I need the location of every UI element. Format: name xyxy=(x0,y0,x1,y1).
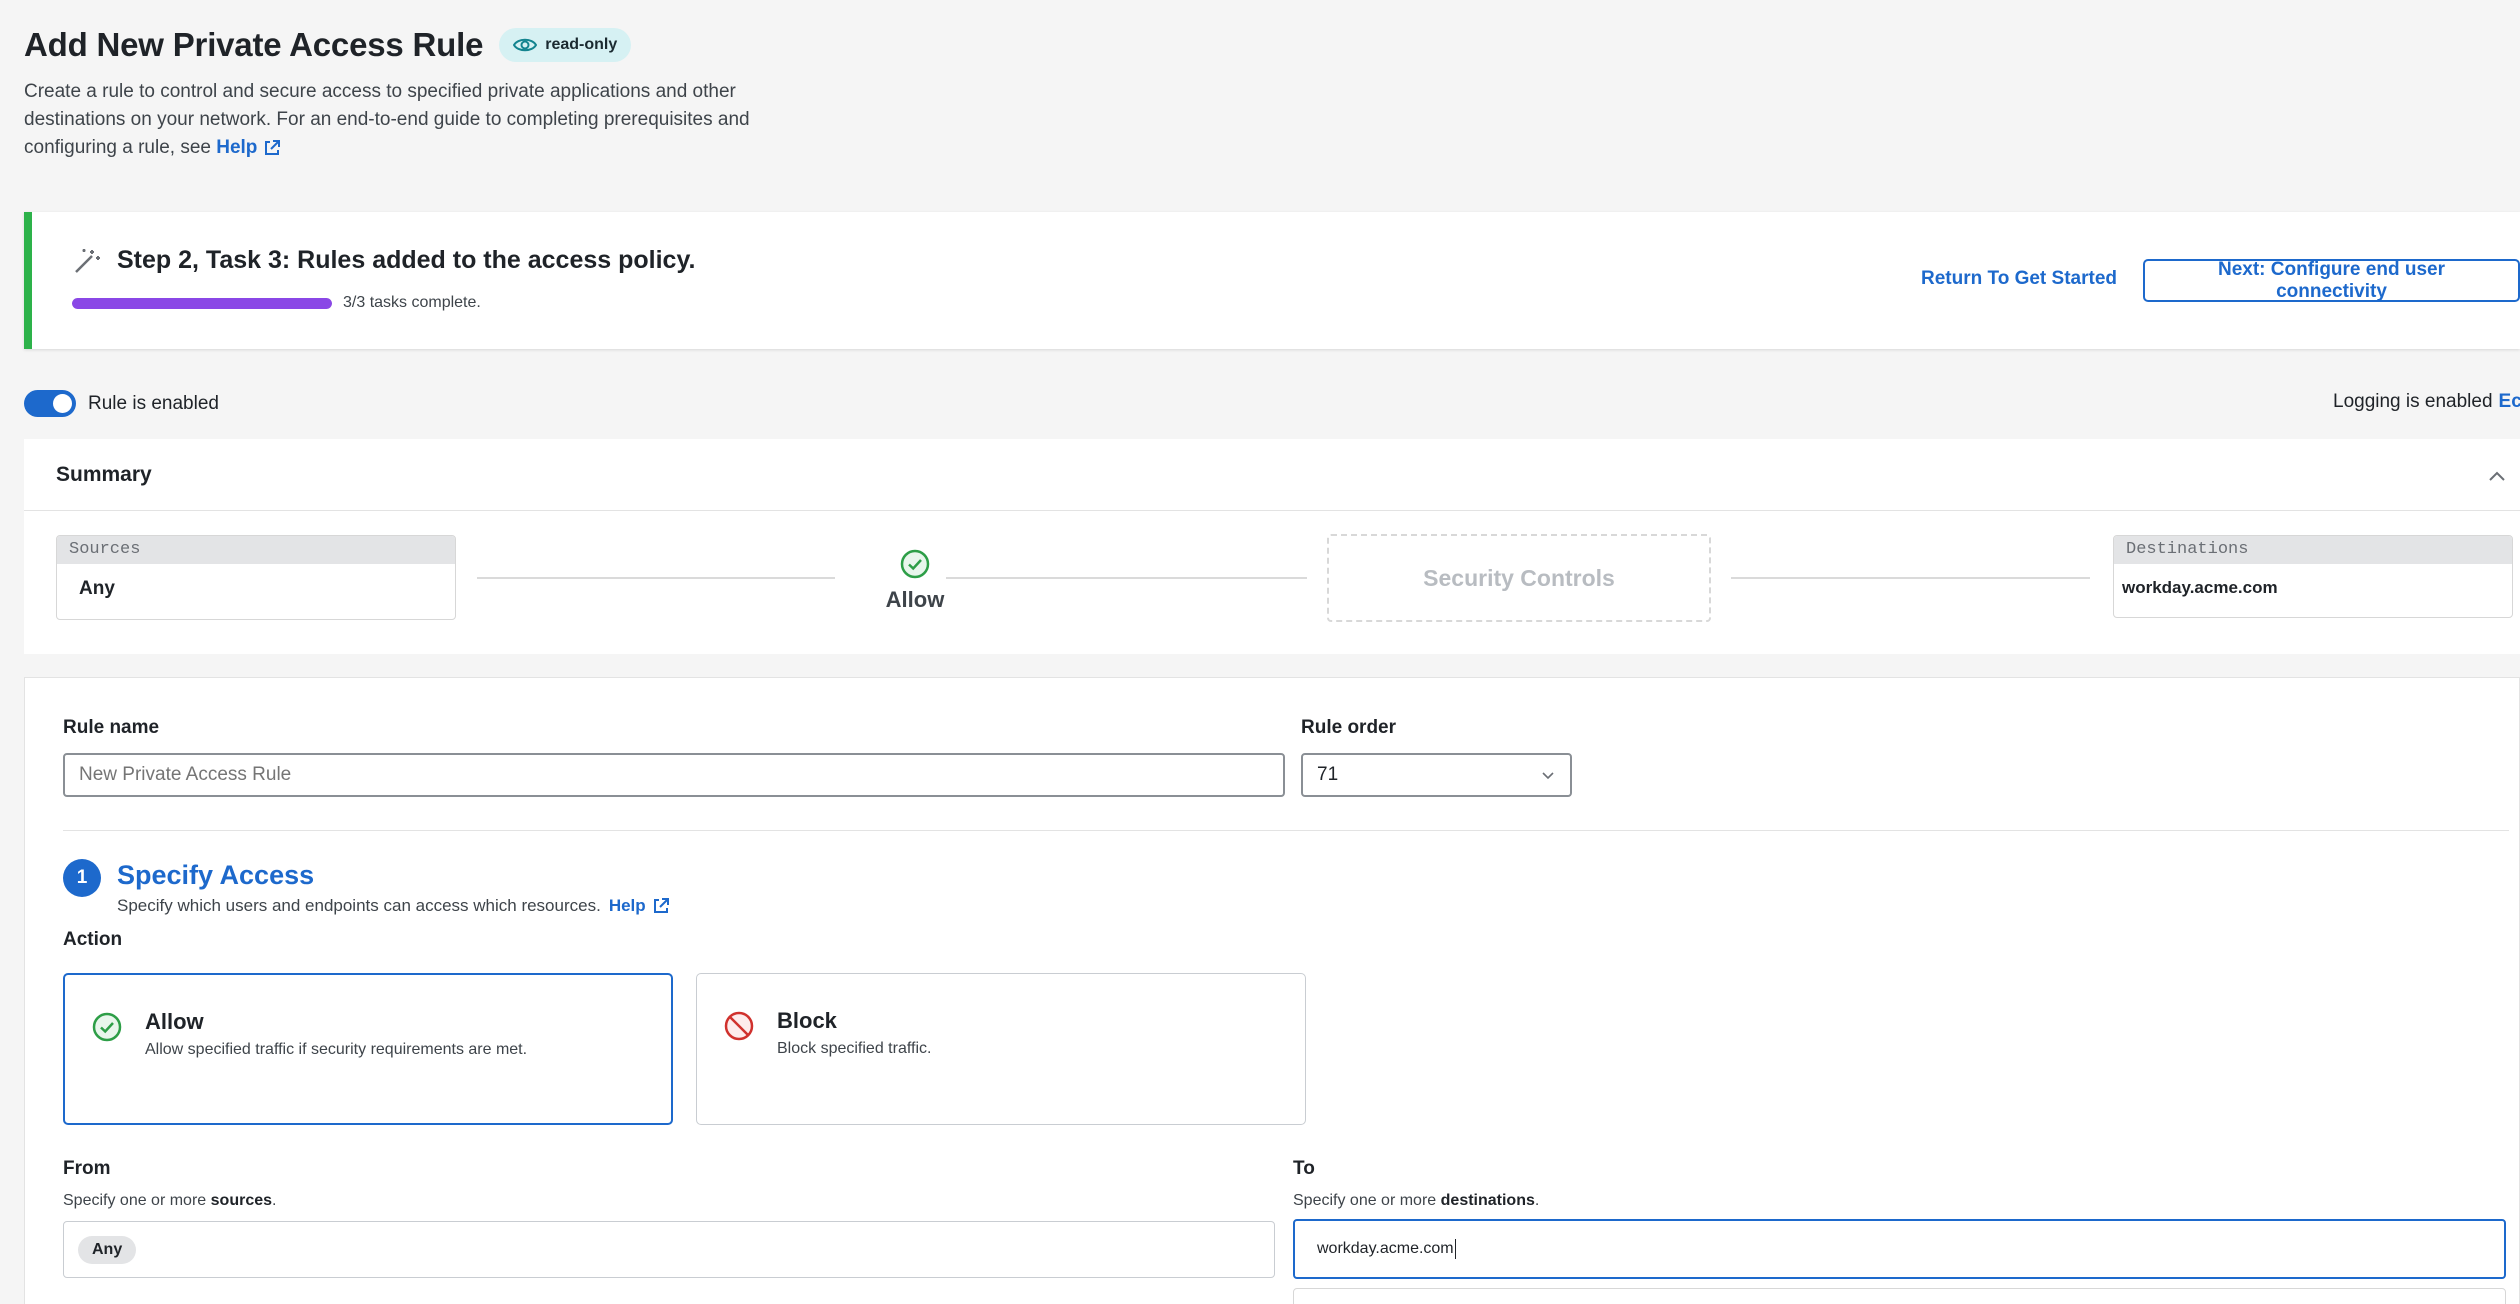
progress-fill xyxy=(72,298,332,309)
destinations-input[interactable]: workday.acme.com xyxy=(1293,1219,2506,1279)
step-description-text: Specify which users and endpoints can ac… xyxy=(117,896,601,915)
block-icon xyxy=(724,1011,754,1041)
sources-header: Sources xyxy=(57,536,455,564)
eye-icon xyxy=(513,38,538,52)
page-description: Create a rule to control and secure acce… xyxy=(24,78,824,162)
source-chip[interactable]: Any xyxy=(78,1236,137,1264)
summary-action: Allow xyxy=(860,548,970,613)
section-divider xyxy=(63,830,2509,831)
logging-text: Logging is enabled xyxy=(2333,391,2493,412)
badge-label: read-only xyxy=(545,36,618,53)
task-title: Step 2, Task 3: Rules added to the acces… xyxy=(117,246,696,274)
chevron-down-icon xyxy=(1542,772,1554,780)
external-link-icon xyxy=(265,140,281,155)
external-link-icon xyxy=(653,898,669,913)
help-link[interactable]: Help xyxy=(216,134,281,162)
to-label: To xyxy=(1293,1158,1315,1179)
allow-option-card[interactable]: Allow Allow specified traffic if securit… xyxy=(63,973,673,1125)
destinations-header: Destinations xyxy=(2114,536,2512,564)
help-link-label: Help xyxy=(216,137,258,158)
to-desc-bold: destinations xyxy=(1440,1192,1535,1209)
step-help-link[interactable]: Help xyxy=(609,896,670,916)
sources-value: Any xyxy=(79,578,115,599)
to-description: Specify one or more destinations. xyxy=(1293,1192,1540,1209)
rule-form: Rule name Rule order 71 1 Specify Access… xyxy=(24,677,2520,1304)
rule-name-label: Rule name xyxy=(63,717,160,738)
rule-name-input[interactable] xyxy=(63,753,1285,797)
next-configure-button[interactable]: Next: Configure end user connectivity xyxy=(2143,259,2520,302)
from-desc-bold: sources xyxy=(210,1192,273,1209)
to-desc-prefix: Specify one or more xyxy=(1293,1192,1437,1209)
logging-edit-link[interactable]: Ec xyxy=(2499,391,2520,412)
text-caret xyxy=(1454,1239,1456,1259)
return-to-get-started-link[interactable]: Return To Get Started xyxy=(1921,268,2117,290)
destinations-input-value: workday.acme.com xyxy=(1317,1240,1454,1257)
from-label: From xyxy=(63,1158,111,1179)
summary-security-controls: Security Controls xyxy=(1327,534,1711,622)
sources-field[interactable]: Any xyxy=(63,1221,1275,1278)
page-header: Add New Private Access Rule read-only Cr… xyxy=(24,26,844,162)
task-progress-bar xyxy=(72,298,332,309)
block-title: Block xyxy=(777,1008,837,1033)
summary-destinations-box: Destinations workday.acme.com xyxy=(2113,535,2513,618)
rule-enabled-label: Rule is enabled xyxy=(88,392,219,414)
progress-text: 3/3 tasks complete. xyxy=(343,294,481,311)
step-description: Specify which users and endpoints can ac… xyxy=(117,896,670,916)
connector-line xyxy=(477,577,835,579)
block-description: Block specified traffic. xyxy=(777,1040,932,1057)
connector-line xyxy=(946,577,1307,579)
page-title: Add New Private Access Rule xyxy=(24,26,484,63)
rule-order-value: 71 xyxy=(1317,764,1339,785)
allow-description: Allow specified traffic if security requ… xyxy=(145,1041,528,1058)
rule-enabled-toggle[interactable] xyxy=(24,390,76,417)
block-option-card[interactable]: Block Block specified traffic. xyxy=(696,973,1306,1125)
logging-status: Logging is enabled Ec xyxy=(2333,391,2520,413)
read-only-badge: read-only xyxy=(499,28,632,62)
description-text: Create a rule to control and secure acce… xyxy=(24,81,750,158)
step-help-label: Help xyxy=(608,896,646,915)
task-progress-card: Step 2, Task 3: Rules added to the acces… xyxy=(24,212,2520,349)
summary-title: Summary xyxy=(56,462,152,486)
rule-order-select[interactable]: 71 xyxy=(1301,753,1572,797)
step-title: Specify Access xyxy=(117,860,315,890)
summary-sources-box: Sources Any xyxy=(56,535,456,620)
check-circle-icon xyxy=(900,549,930,579)
check-circle-icon xyxy=(92,1012,122,1042)
toggle-knob xyxy=(53,394,72,413)
rule-order-label: Rule order xyxy=(1301,717,1397,738)
summary-action-label: Allow xyxy=(885,587,945,612)
from-description: Specify one or more sources. xyxy=(63,1192,277,1209)
summary-header[interactable]: Summary xyxy=(24,439,2520,511)
action-label: Action xyxy=(63,929,123,950)
rule-enabled-row: Rule is enabled xyxy=(24,390,219,417)
connector-line xyxy=(1731,577,2090,579)
magic-wand-icon xyxy=(75,249,100,273)
from-desc-prefix: Specify one or more xyxy=(63,1192,207,1209)
chevron-up-icon[interactable] xyxy=(2486,465,2508,487)
destinations-value: workday.acme.com xyxy=(2122,578,2278,597)
destinations-dropdown[interactable] xyxy=(1293,1288,2506,1304)
step-number: 1 xyxy=(63,859,101,897)
allow-title: Allow xyxy=(145,1009,204,1034)
summary-panel: Summary Sources Any Allow Security Contr… xyxy=(24,439,2520,654)
